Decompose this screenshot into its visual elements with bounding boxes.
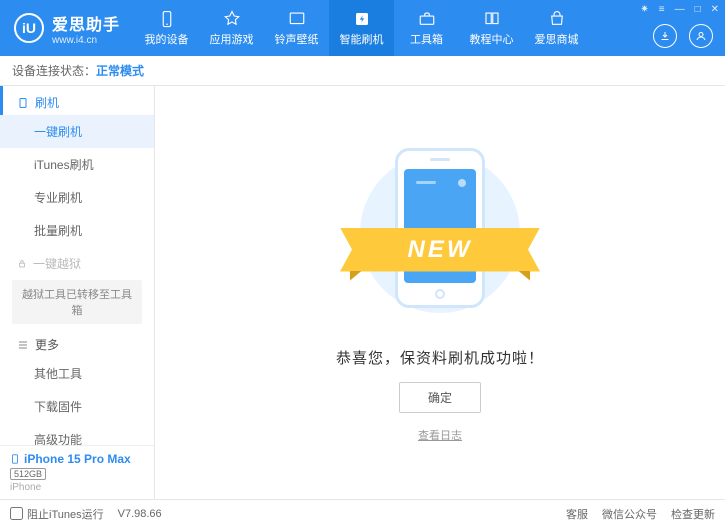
sidebar-group-flash[interactable]: 刷机 bbox=[0, 86, 154, 115]
sidebar-item-pro[interactable]: 专业刷机 bbox=[0, 181, 154, 214]
maximize-icon[interactable]: □ bbox=[695, 4, 701, 15]
user-icon[interactable] bbox=[689, 24, 713, 48]
nav-apps[interactable]: 应用游戏 bbox=[199, 0, 264, 56]
nav-label: 铃声壁纸 bbox=[275, 31, 319, 47]
phone-icon bbox=[158, 10, 176, 28]
toolbox-icon bbox=[418, 10, 436, 28]
view-log-link[interactable]: 查看日志 bbox=[418, 427, 462, 443]
footer: 阻止iTunes运行 V7.98.66 客服 微信公众号 检查更新 bbox=[0, 499, 725, 527]
sidebar-group-jailbreak[interactable]: 一键越狱 bbox=[0, 247, 154, 276]
sidebar-group-label: 一键越狱 bbox=[33, 255, 81, 272]
nav-tutorial[interactable]: 教程中心 bbox=[459, 0, 524, 56]
close-icon[interactable]: ✕ bbox=[711, 4, 719, 15]
nav-label: 应用游戏 bbox=[210, 31, 254, 47]
device-type: iPhone bbox=[10, 482, 144, 493]
book-icon bbox=[483, 10, 501, 28]
nav-label: 教程中心 bbox=[470, 31, 514, 47]
menu-icon[interactable]: ≡ bbox=[659, 4, 665, 15]
sidebar-group-label: 更多 bbox=[35, 336, 59, 353]
nav-ringtone[interactable]: 铃声壁纸 bbox=[264, 0, 329, 56]
nav-label: 工具箱 bbox=[410, 31, 443, 47]
download-icon[interactable] bbox=[653, 24, 677, 48]
nav-label: 爱思商城 bbox=[535, 31, 579, 47]
list-icon bbox=[17, 339, 29, 351]
app-header: iU 爱思助手 www.i4.cn 我的设备 应用游戏 铃声壁纸 智能刷机 工具… bbox=[0, 0, 725, 56]
app-title: 爱思助手 bbox=[52, 11, 120, 35]
footer-wechat[interactable]: 微信公众号 bbox=[602, 506, 657, 522]
version-text: V7.98.66 bbox=[118, 508, 162, 520]
skin-icon[interactable]: ✷ bbox=[640, 4, 648, 15]
store-icon bbox=[548, 10, 566, 28]
success-illustration: NEW bbox=[340, 143, 540, 333]
status-mode: 正常模式 bbox=[96, 62, 144, 79]
nav-flash[interactable]: 智能刷机 bbox=[329, 0, 394, 56]
sidebar-item-batch[interactable]: 批量刷机 bbox=[0, 214, 154, 247]
device-storage: 512GB bbox=[10, 468, 46, 480]
logo-area: iU 爱思助手 www.i4.cn bbox=[0, 11, 134, 46]
minimize-icon[interactable]: — bbox=[675, 4, 685, 15]
sidebar-group-more[interactable]: 更多 bbox=[0, 328, 154, 357]
footer-label: 阻止iTunes运行 bbox=[27, 506, 104, 522]
sidebar-item-oneclick[interactable]: 一键刷机 bbox=[0, 115, 154, 148]
device-phone-icon bbox=[10, 453, 20, 465]
app-icon bbox=[223, 10, 241, 28]
sidebar-item-itunes[interactable]: iTunes刷机 bbox=[0, 148, 154, 181]
footer-service[interactable]: 客服 bbox=[566, 506, 588, 522]
lock-icon bbox=[17, 259, 27, 269]
sidebar: 刷机 一键刷机 iTunes刷机 专业刷机 批量刷机 一键越狱 越狱工具已转移至… bbox=[0, 86, 155, 499]
sidebar-item-other[interactable]: 其他工具 bbox=[0, 357, 154, 390]
main-nav: 我的设备 应用游戏 铃声壁纸 智能刷机 工具箱 教程中心 爱思商城 bbox=[134, 0, 589, 56]
footer-update[interactable]: 检查更新 bbox=[671, 506, 715, 522]
status-bar: 设备连接状态： 正常模式 bbox=[0, 56, 725, 86]
sidebar-item-firmware[interactable]: 下载固件 bbox=[0, 390, 154, 423]
flash-small-icon bbox=[17, 97, 29, 109]
device-name[interactable]: iPhone 15 Pro Max bbox=[10, 452, 144, 466]
main-content: NEW 恭喜您，保资料刷机成功啦！ 确定 查看日志 bbox=[155, 86, 725, 499]
image-icon bbox=[288, 10, 306, 28]
sidebar-jailbreak-note[interactable]: 越狱工具已转移至工具箱 bbox=[12, 280, 142, 324]
ok-button[interactable]: 确定 bbox=[399, 382, 481, 413]
block-itunes-checkbox[interactable]: 阻止iTunes运行 bbox=[10, 506, 104, 522]
logo-icon: iU bbox=[14, 13, 44, 43]
new-ribbon: NEW bbox=[340, 228, 540, 272]
nav-my-device[interactable]: 我的设备 bbox=[134, 0, 199, 56]
window-controls: ✷ ≡ — □ ✕ bbox=[640, 4, 719, 15]
nav-label: 智能刷机 bbox=[340, 31, 384, 47]
success-message: 恭喜您，保资料刷机成功啦！ bbox=[336, 347, 544, 368]
flash-icon bbox=[353, 10, 371, 28]
sidebar-item-advanced[interactable]: 高级功能 bbox=[0, 423, 154, 445]
nav-toolbox[interactable]: 工具箱 bbox=[394, 0, 459, 56]
nav-store[interactable]: 爱思商城 bbox=[524, 0, 589, 56]
device-info: iPhone 15 Pro Max 512GB iPhone bbox=[0, 445, 154, 499]
nav-label: 我的设备 bbox=[145, 31, 189, 47]
status-label: 设备连接状态： bbox=[12, 62, 96, 79]
header-right-icons bbox=[653, 24, 713, 48]
sidebar-group-label: 刷机 bbox=[35, 94, 59, 111]
app-url: www.i4.cn bbox=[52, 35, 120, 46]
